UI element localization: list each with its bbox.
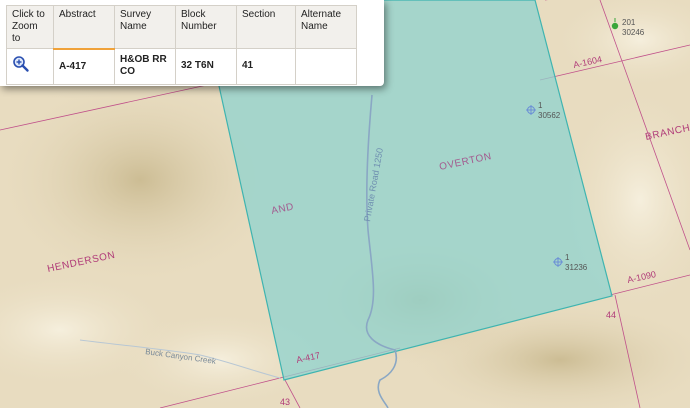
magnifier-zoom-icon[interactable] <box>12 55 30 73</box>
well-label: 1 <box>538 101 543 110</box>
column-header-section[interactable]: Section <box>236 5 296 49</box>
section-cell: 41 <box>236 48 296 85</box>
abstract-cell: A-417 <box>53 48 115 85</box>
section-number-44: 44 <box>606 310 616 320</box>
results-table: Click to Zoom to Abstract Survey Name Bl… <box>6 5 357 85</box>
column-header-alternate-name[interactable]: Alternate Name <box>295 5 357 49</box>
column-header-abstract[interactable]: Abstract <box>53 5 115 50</box>
zoom-cell[interactable] <box>6 48 54 85</box>
block-number-cell: 32 T6N <box>175 48 237 85</box>
well-label: 1 <box>565 253 570 262</box>
well-api: 30246 <box>622 28 645 37</box>
alternate-name-cell <box>295 48 357 85</box>
table-row[interactable]: A-417 H&OB RR CO 32 T6N 41 <box>6 48 357 85</box>
well-api: 31236 <box>565 263 588 272</box>
identify-results-popup: Click to Zoom to Abstract Survey Name Bl… <box>0 0 384 86</box>
table-header-row: Click to Zoom to Abstract Survey Name Bl… <box>6 5 357 50</box>
well-api: 30562 <box>538 111 561 120</box>
section-number-43: 43 <box>280 397 290 407</box>
column-header-zoom[interactable]: Click to Zoom to <box>6 5 54 49</box>
well-label: 201 <box>622 18 636 27</box>
column-header-block-number[interactable]: Block Number <box>175 5 237 49</box>
survey-name-cell: H&OB RR CO <box>114 48 176 85</box>
column-header-survey-name[interactable]: Survey Name <box>114 5 176 49</box>
